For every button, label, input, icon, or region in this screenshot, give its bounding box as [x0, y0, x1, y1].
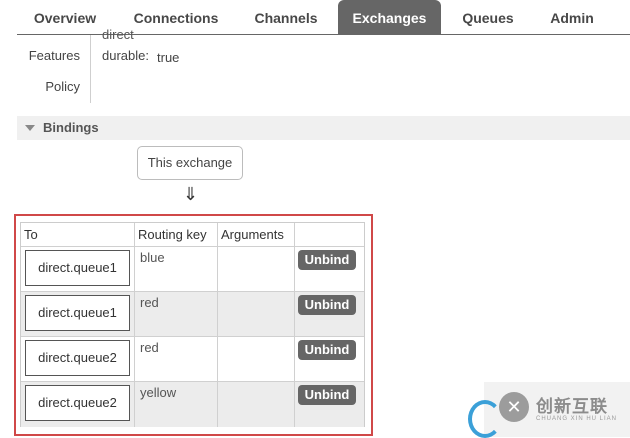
exchange-properties: direct Features durable: true Policy [0, 27, 630, 105]
arguments-cell [218, 382, 295, 427]
column-header-arguments: Arguments [218, 223, 295, 247]
routing-key-cell: red [135, 337, 218, 382]
queue-link[interactable]: direct.queue1 [25, 295, 130, 331]
type-value: direct [102, 27, 134, 42]
table-row: direct.queue1 blue Unbind [21, 247, 364, 292]
brand-logo-icon: ✕ [499, 392, 529, 422]
collapse-triangle-icon[interactable] [25, 125, 35, 131]
table-row: direct.queue1 red Unbind [21, 292, 364, 337]
table-row: direct.queue2 yellow Unbind [21, 382, 364, 427]
policy-label: Policy [45, 79, 80, 94]
action-cell: Unbind [295, 247, 364, 292]
to-cell: direct.queue2 [21, 382, 135, 427]
watermark: ✕ 创新互联 CHUANG XIN HU LIAN [468, 382, 630, 438]
properties-divider [90, 35, 91, 103]
watermark-subtext: CHUANG XIN HU LIAN [536, 416, 618, 422]
to-cell: direct.queue2 [21, 337, 135, 382]
tab-admin[interactable]: Admin [534, 0, 610, 34]
to-cell: direct.queue1 [21, 247, 135, 292]
routing-key-value: red [140, 340, 159, 355]
routing-key-value: blue [140, 250, 165, 265]
action-cell: Unbind [295, 337, 364, 382]
tab-overview[interactable]: Overview [17, 0, 113, 34]
features-label: Features [28, 48, 80, 63]
routing-key-cell: blue [135, 247, 218, 292]
bindings-table: To Routing key Arguments direct.queue1 b… [20, 222, 365, 427]
table-row: direct.queue2 red Unbind [21, 337, 364, 382]
unbind-button[interactable]: Unbind [298, 295, 356, 315]
tab-channels[interactable]: Channels [239, 0, 333, 34]
bindings-title: Bindings [43, 120, 99, 135]
arguments-cell [218, 292, 295, 337]
to-cell: direct.queue1 [21, 292, 135, 337]
tab-queues[interactable]: Queues [447, 0, 529, 34]
feature-durable-value: true [157, 50, 180, 65]
watermark-text: 创新互联 [536, 397, 608, 416]
unbind-button[interactable]: Unbind [298, 340, 356, 360]
this-exchange-box: This exchange [137, 146, 243, 180]
partial-circle-icon [468, 400, 502, 438]
routing-key-value: red [140, 295, 159, 310]
unbind-button[interactable]: Unbind [298, 385, 356, 405]
action-cell: Unbind [295, 292, 364, 337]
routing-key-cell: yellow [135, 382, 218, 427]
tab-connections[interactable]: Connections [119, 0, 233, 34]
column-header-actions [295, 223, 364, 247]
routing-key-cell: red [135, 292, 218, 337]
queue-link[interactable]: direct.queue2 [25, 340, 130, 376]
routing-key-value: yellow [140, 385, 177, 400]
column-header-routing-key: Routing key [135, 223, 218, 247]
top-nav: Overview Connections Channels Exchanges … [0, 0, 630, 35]
queue-link[interactable]: direct.queue2 [25, 385, 130, 421]
unbind-button[interactable]: Unbind [298, 250, 356, 270]
feature-durable-key: durable: [102, 48, 149, 63]
arguments-cell [218, 337, 295, 382]
column-header-to: To [21, 223, 135, 247]
tab-exchanges[interactable]: Exchanges [338, 0, 441, 34]
queue-link[interactable]: direct.queue1 [25, 250, 130, 286]
action-cell: Unbind [295, 382, 364, 427]
bindings-section-header[interactable]: Bindings [17, 116, 630, 140]
arguments-cell [218, 247, 295, 292]
down-arrow-icon: ⇓ [183, 184, 199, 204]
